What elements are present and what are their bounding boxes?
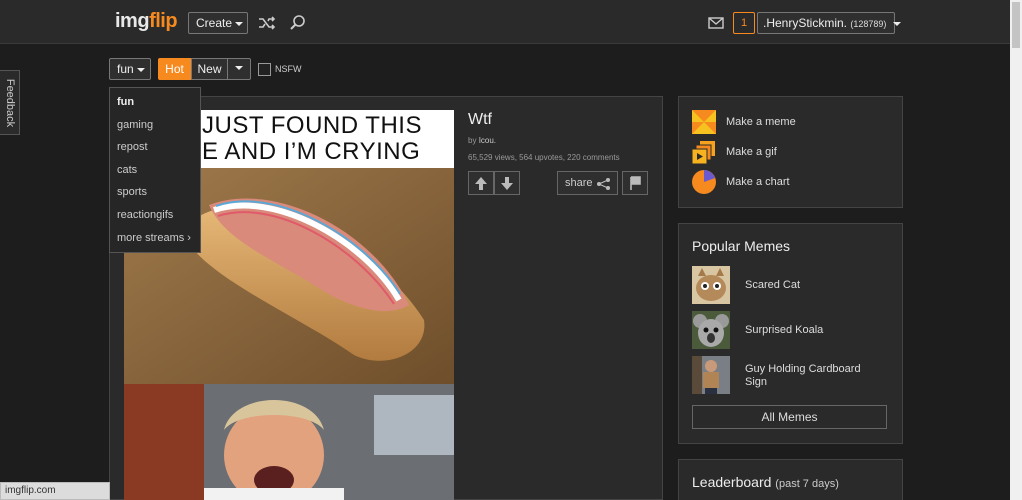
downvote-button[interactable] [494, 171, 520, 195]
make-gif-icon [692, 141, 715, 164]
stream-menu-item[interactable]: repost [110, 136, 200, 159]
user-menu-button[interactable]: .HenryStickmin. (128789) [757, 12, 901, 34]
make-chart-icon [692, 170, 716, 194]
popular-meme-name[interactable]: Surprised Koala [745, 324, 885, 337]
all-memes-button[interactable]: All Memes [692, 405, 887, 429]
chevron-down-icon [235, 65, 243, 70]
feedback-tab[interactable]: Feedback [0, 70, 20, 135]
make-meme-icon [692, 110, 716, 134]
stream-menu-item[interactable]: gaming [110, 114, 200, 137]
surprised-koala-thumbnail[interactable] [692, 311, 730, 349]
leaderboard-subtitle: (past 7 days) [775, 478, 839, 490]
chevron-down-icon [892, 21, 901, 26]
arrow-up-icon [475, 177, 487, 190]
post-author-link[interactable]: Icou. [479, 136, 496, 145]
chevron-down-icon [136, 67, 145, 72]
scared-cat-thumbnail[interactable] [692, 266, 730, 304]
imgflip-logo[interactable]: imgflip [115, 10, 178, 33]
cardboard-sign-thumbnail[interactable] [692, 356, 730, 394]
stream-menu-item[interactable]: cats [110, 159, 200, 182]
notification-count-badge[interactable]: 1 [733, 12, 755, 34]
nsfw-checkbox[interactable] [258, 63, 271, 76]
post-author-line: by Icou. [468, 136, 497, 145]
stream-menu-item[interactable]: sports [110, 181, 200, 204]
hot-button[interactable]: Hot [158, 58, 191, 80]
post-stats: 65,529 views, 564 upvotes, 220 comments [468, 153, 620, 162]
stream-menu-item[interactable]: reactiongifs [110, 204, 200, 227]
flag-icon [630, 176, 641, 190]
make-chart-link[interactable]: Make a chart [726, 176, 790, 188]
leaderboard-title: Leaderboard (past 7 days) [692, 474, 839, 490]
arrow-down-icon [501, 177, 513, 190]
stream-menu-item[interactable]: fun [110, 91, 200, 114]
upvote-button[interactable] [468, 171, 494, 195]
make-meme-link[interactable]: Make a meme [726, 116, 796, 128]
new-button[interactable]: New [191, 58, 228, 80]
shuffle-icon[interactable] [257, 13, 277, 33]
top-navbar: imgflip Create 1 .HenryStickmin. (128789… [0, 0, 1010, 44]
user-points: (128789) [850, 19, 887, 29]
sort-dropdown-button[interactable] [227, 58, 251, 80]
username: .HenryStickmin. [763, 16, 848, 30]
nsfw-label: NSFW [275, 64, 302, 74]
scrollbar-thumb[interactable] [1012, 2, 1020, 48]
status-url: imgflip.com [0, 482, 110, 500]
popular-meme-name[interactable]: Guy Holding Cardboard Sign [745, 363, 885, 389]
share-icon [597, 178, 610, 190]
popular-meme-name[interactable]: Scared Cat [745, 279, 885, 292]
stream-select[interactable]: fun [109, 58, 151, 80]
stream-dropdown-menu: fun gaming repost cats sports reactiongifs mor… [109, 87, 201, 253]
page-scrollbar[interactable] [1010, 0, 1022, 500]
share-button[interactable]: share [557, 171, 618, 195]
mail-icon[interactable] [706, 13, 726, 33]
chevron-down-icon [235, 21, 244, 26]
stream-menu-item[interactable]: more streams › [110, 227, 200, 250]
popular-memes-title: Popular Memes [692, 238, 791, 254]
post-title[interactable]: Wtf [468, 111, 492, 129]
search-icon[interactable] [288, 13, 308, 33]
make-gif-link[interactable]: Make a gif [726, 146, 777, 158]
create-menu-button[interactable]: Create [188, 12, 248, 34]
flag-button[interactable] [622, 171, 648, 195]
